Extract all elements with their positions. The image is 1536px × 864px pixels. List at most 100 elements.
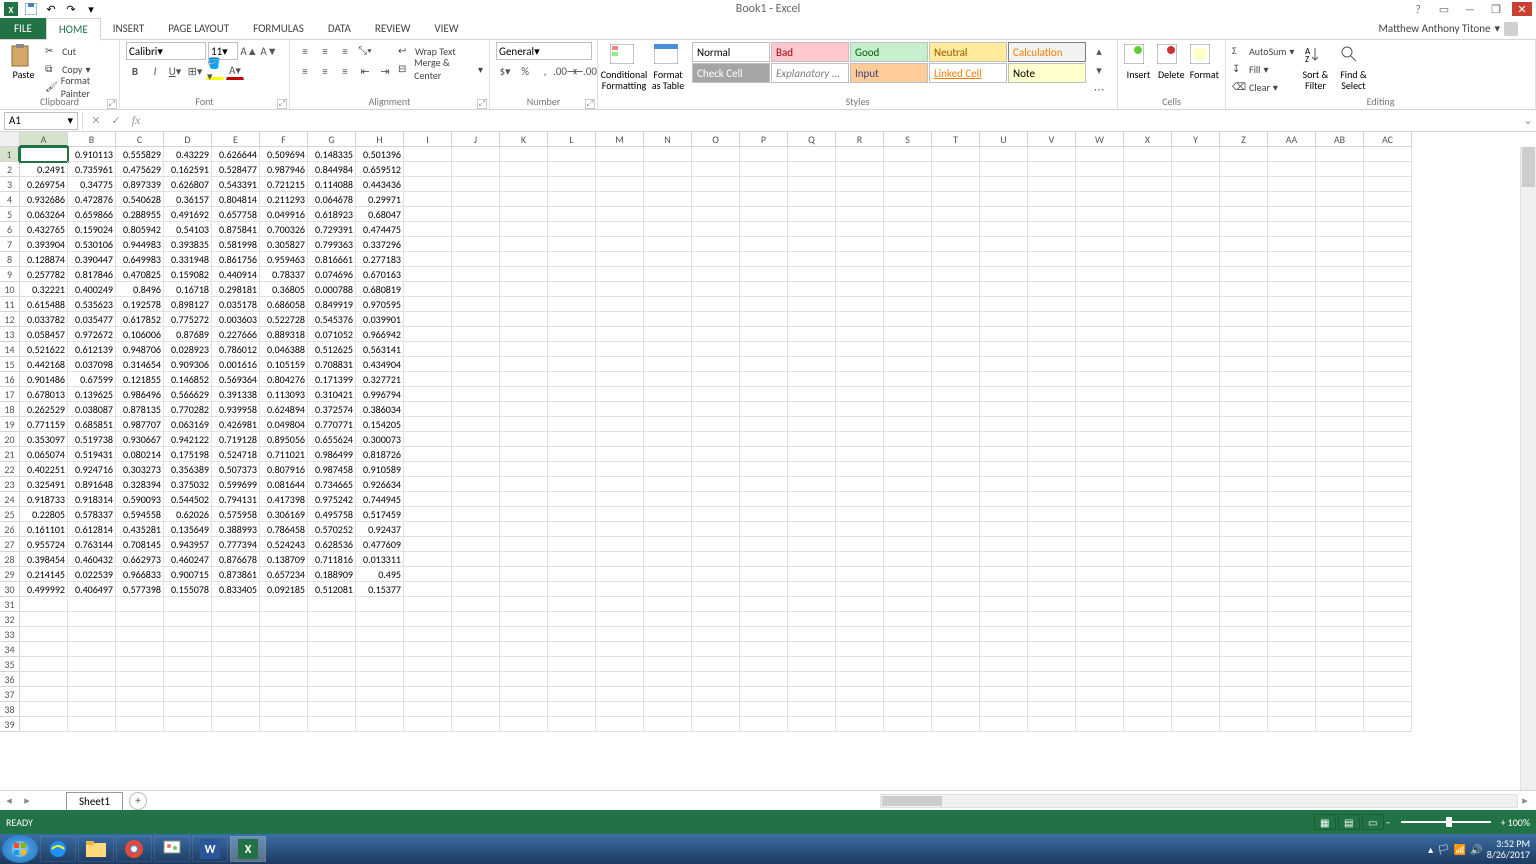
cell[interactable]: [1220, 672, 1268, 687]
font-name-select[interactable]: Calibri▾: [126, 42, 206, 60]
cell[interactable]: [1364, 222, 1412, 237]
cell[interactable]: [884, 477, 932, 492]
cell[interactable]: 0.398454: [20, 552, 68, 567]
cell[interactable]: [404, 447, 452, 462]
cell[interactable]: [116, 687, 164, 702]
cell[interactable]: [980, 252, 1028, 267]
cell[interactable]: [1172, 492, 1220, 507]
cell[interactable]: [1124, 432, 1172, 447]
cell[interactable]: 0.460247: [164, 552, 212, 567]
cell[interactable]: [980, 372, 1028, 387]
cell[interactable]: 0.686058: [260, 297, 308, 312]
cell[interactable]: [884, 267, 932, 282]
cell[interactable]: [20, 612, 68, 627]
cell[interactable]: 0.535623: [68, 297, 116, 312]
cell[interactable]: [596, 417, 644, 432]
cell[interactable]: [884, 417, 932, 432]
cell[interactable]: [884, 462, 932, 477]
row-header[interactable]: 13: [0, 327, 20, 342]
cell[interactable]: [644, 447, 692, 462]
cell[interactable]: [1316, 627, 1364, 642]
cell[interactable]: [500, 327, 548, 342]
cell[interactable]: [260, 657, 308, 672]
cell[interactable]: [1076, 612, 1124, 627]
cell[interactable]: [1220, 522, 1268, 537]
cell[interactable]: [68, 702, 116, 717]
cell[interactable]: 0.306169: [260, 507, 308, 522]
cell[interactable]: 0.175198: [164, 447, 212, 462]
cell[interactable]: [740, 582, 788, 597]
cell[interactable]: 0.8496: [116, 282, 164, 297]
cell[interactable]: 0.522728: [260, 312, 308, 327]
cell[interactable]: [500, 432, 548, 447]
cell[interactable]: [1172, 387, 1220, 402]
cell[interactable]: [644, 372, 692, 387]
cell[interactable]: [500, 477, 548, 492]
cell[interactable]: [932, 432, 980, 447]
cell[interactable]: [788, 162, 836, 177]
cell[interactable]: [644, 612, 692, 627]
cell[interactable]: 0.777394: [212, 537, 260, 552]
cell[interactable]: [1172, 222, 1220, 237]
cell[interactable]: [644, 552, 692, 567]
cell[interactable]: [20, 717, 68, 732]
cell[interactable]: [548, 282, 596, 297]
cell[interactable]: [1076, 717, 1124, 732]
cell[interactable]: 0.986496: [116, 387, 164, 402]
cell[interactable]: [1124, 207, 1172, 222]
cell[interactable]: 0.470825: [116, 267, 164, 282]
style-check-cell[interactable]: Check Cell: [692, 63, 770, 83]
cell[interactable]: [500, 492, 548, 507]
cell[interactable]: [932, 297, 980, 312]
cell[interactable]: [452, 282, 500, 297]
cell[interactable]: [1172, 417, 1220, 432]
cell[interactable]: [884, 402, 932, 417]
cell[interactable]: 0.128874: [20, 252, 68, 267]
cell[interactable]: [1124, 657, 1172, 672]
cell[interactable]: [1220, 447, 1268, 462]
cell[interactable]: [596, 177, 644, 192]
row-header[interactable]: 12: [0, 312, 20, 327]
cell[interactable]: [356, 642, 404, 657]
cell[interactable]: 0.159082: [164, 267, 212, 282]
cell[interactable]: [548, 372, 596, 387]
cell[interactable]: [1028, 297, 1076, 312]
cell[interactable]: [692, 552, 740, 567]
cell[interactable]: [1028, 207, 1076, 222]
row-header[interactable]: 18: [0, 402, 20, 417]
cell[interactable]: [692, 702, 740, 717]
cell[interactable]: [1172, 657, 1220, 672]
cell[interactable]: [1220, 387, 1268, 402]
cell[interactable]: [1028, 372, 1076, 387]
cell[interactable]: [1364, 537, 1412, 552]
cell[interactable]: [644, 312, 692, 327]
cell[interactable]: 0.046388: [260, 342, 308, 357]
find-select-button[interactable]: Find & Select: [1336, 42, 1370, 91]
cell[interactable]: [788, 612, 836, 627]
format-cells-button[interactable]: Format: [1190, 42, 1219, 80]
cell[interactable]: [836, 327, 884, 342]
cell[interactable]: [836, 282, 884, 297]
cell[interactable]: [884, 612, 932, 627]
cell[interactable]: 0.214145: [20, 567, 68, 582]
excel-taskbar-icon[interactable]: X: [230, 836, 266, 862]
cell[interactable]: [1316, 312, 1364, 327]
clear-button[interactable]: ⌫Clear ▾: [1232, 78, 1294, 96]
cell[interactable]: [1364, 477, 1412, 492]
cell[interactable]: 0.064678: [308, 192, 356, 207]
cell[interactable]: 0.443436: [356, 177, 404, 192]
cell[interactable]: [1076, 552, 1124, 567]
cell[interactable]: [452, 537, 500, 552]
cell[interactable]: [1316, 642, 1364, 657]
cell[interactable]: [68, 612, 116, 627]
cell[interactable]: [1220, 537, 1268, 552]
cell[interactable]: [644, 147, 692, 162]
cell[interactable]: 0.729391: [308, 222, 356, 237]
cell[interactable]: [884, 372, 932, 387]
cell[interactable]: [884, 447, 932, 462]
cell[interactable]: [836, 162, 884, 177]
cell[interactable]: [980, 312, 1028, 327]
cell[interactable]: 0.417398: [260, 492, 308, 507]
cell[interactable]: [164, 687, 212, 702]
cell[interactable]: [1076, 342, 1124, 357]
